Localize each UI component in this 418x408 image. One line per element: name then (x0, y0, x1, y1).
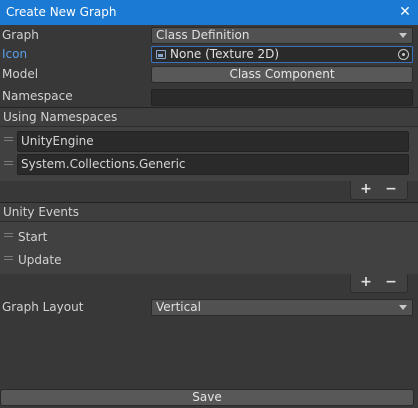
graph-dropdown-value: Class Definition (156, 28, 250, 42)
graph-layout-dropdown[interactable]: Vertical (151, 299, 413, 316)
object-picker-icon[interactable] (398, 49, 409, 60)
window-title: Create New Graph (6, 5, 117, 19)
model-row: Model Class Component (0, 64, 418, 84)
graph-row: Graph Class Definition (0, 25, 418, 45)
namespace-item[interactable]: UnityEngine (17, 131, 409, 152)
using-namespaces-footer: + − (350, 181, 408, 200)
model-label: Model (2, 67, 39, 81)
texture-icon (156, 50, 166, 59)
graph-layout-row: Graph Layout Vertical (0, 297, 418, 317)
drag-handle-icon[interactable] (4, 233, 13, 237)
add-event-button[interactable]: + (354, 274, 378, 292)
icon-label: Icon (2, 47, 28, 61)
remove-event-button[interactable]: − (379, 274, 403, 292)
drag-handle-icon[interactable] (4, 137, 13, 141)
namespace-input[interactable] (151, 89, 413, 106)
icon-row: Icon None (Texture 2D) (0, 44, 418, 64)
unity-events-header: Unity Events (0, 202, 418, 222)
icon-field-value: None (Texture 2D) (170, 47, 280, 61)
unity-events-footer: + − (350, 274, 408, 293)
namespace-item[interactable]: System.Collections.Generic (17, 154, 409, 175)
remove-namespace-button[interactable]: − (379, 181, 403, 199)
chevron-down-icon (399, 33, 407, 38)
using-namespaces-list: UnityEngine System.Collections.Generic (0, 127, 418, 181)
model-button[interactable]: Class Component (151, 66, 413, 83)
drag-handle-icon[interactable] (4, 161, 13, 165)
event-item[interactable]: Update (18, 250, 61, 270)
window-titlebar: Create New Graph ✕ (0, 0, 418, 25)
event-item[interactable]: Start (18, 227, 47, 247)
close-icon[interactable]: ✕ (398, 0, 412, 25)
graph-layout-label: Graph Layout (2, 300, 84, 314)
graph-dropdown[interactable]: Class Definition (151, 27, 413, 44)
add-namespace-button[interactable]: + (354, 181, 378, 199)
drag-handle-icon[interactable] (4, 256, 13, 260)
icon-object-field[interactable]: None (Texture 2D) (151, 46, 413, 63)
chevron-down-icon (399, 305, 407, 310)
save-button[interactable]: Save (0, 389, 414, 406)
namespace-row: Namespace (0, 86, 418, 106)
unity-events-list: Start Update (0, 222, 418, 274)
graph-label: Graph (2, 28, 39, 42)
using-namespaces-header: Using Namespaces (0, 107, 418, 127)
graph-layout-value: Vertical (156, 300, 201, 314)
namespace-label: Namespace (2, 89, 73, 103)
